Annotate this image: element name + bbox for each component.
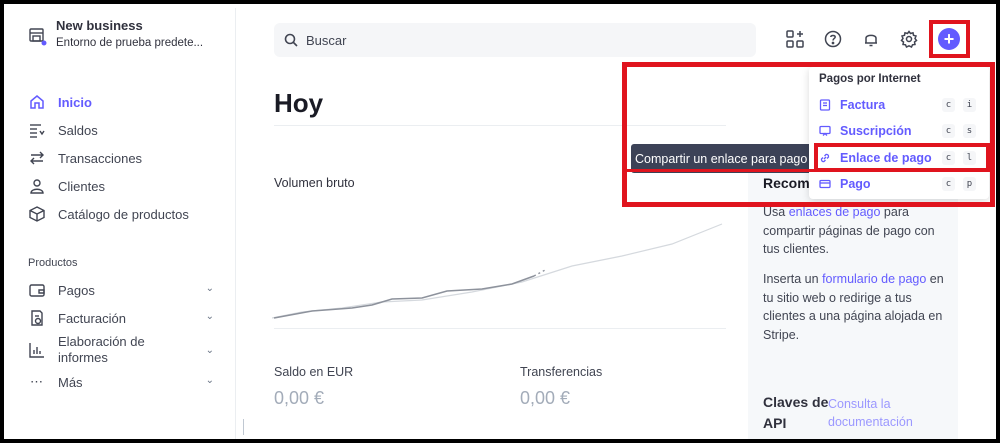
nav-item-facturacion[interactable]: Facturación ⌄: [28, 304, 218, 332]
bell-icon[interactable]: [860, 28, 882, 50]
nav-label: Elaboración de informes: [58, 334, 145, 365]
balance-eur-value: 0,00 €: [274, 388, 325, 408]
account-switcher[interactable]: New business Entorno de prueba predete..…: [28, 18, 203, 49]
nav-label: Transacciones: [58, 150, 143, 166]
nav-item-catalogo[interactable]: Catálogo de productos: [28, 200, 218, 228]
nav-item-informes[interactable]: Elaboración de informes ⌄: [28, 332, 218, 368]
products-nav: Pagos ⌄ Facturación ⌄ Elaboración de inf…: [28, 276, 218, 396]
balance-eur-label: Saldo en EUR: [274, 365, 354, 379]
search-bar[interactable]: [274, 23, 756, 57]
nav-item-clientes[interactable]: Clientes: [28, 172, 218, 200]
help-icon[interactable]: [822, 28, 844, 50]
divider: [274, 328, 726, 329]
gross-volume-chart: [272, 223, 723, 319]
payouts-value: 0,00 €: [520, 388, 571, 408]
nav-item-inicio[interactable]: Inicio: [28, 88, 218, 116]
highlight-menu-area: [622, 62, 995, 207]
page-title: Hoy: [274, 88, 324, 118]
nav-label: Catálogo de productos: [58, 206, 189, 222]
chevron-down-icon: ⌄: [205, 283, 214, 294]
highlight-create-button: [929, 20, 970, 58]
paragraph-text: Usa: [763, 205, 789, 219]
business-name: New business: [56, 18, 143, 33]
payments-icon: [28, 281, 46, 299]
nav-label: Clientes: [58, 178, 105, 194]
product-catalog-icon: [28, 205, 46, 223]
balances-icon: [28, 121, 46, 139]
recommendation-paragraph: Usa enlaces de pago para compartir págin…: [763, 203, 948, 259]
highlight-payment-link-item: [814, 143, 990, 172]
customers-icon: [28, 177, 46, 195]
main-nav: Inicio Saldos Transacciones Clientes Cat…: [28, 88, 218, 228]
top-toolbar: [784, 28, 936, 50]
chevron-down-icon: ⌄: [205, 311, 214, 322]
products-section-label: Productos: [28, 257, 78, 269]
paragraph-text: Inserta un: [763, 272, 823, 286]
environment-label: Entorno de prueba predete...: [56, 37, 204, 49]
gear-icon[interactable]: [898, 28, 920, 50]
transactions-icon: [28, 149, 46, 167]
store-icon: [29, 28, 47, 46]
home-icon: [28, 93, 46, 111]
payment-links-link[interactable]: enlaces de pago: [789, 205, 881, 219]
search-input[interactable]: [306, 32, 706, 48]
chevron-down-icon: ⌄: [205, 375, 214, 386]
more-icon: ⋯: [30, 374, 44, 389]
reports-icon: [28, 341, 46, 359]
chart-line-previous: [272, 223, 723, 319]
apps-add-icon[interactable]: [784, 28, 806, 50]
gross-volume-label: Volumen bruto: [274, 176, 355, 190]
nav-label: Saldos: [58, 122, 98, 138]
nav-item-mas[interactable]: ⋯ Más ⌄: [28, 368, 218, 396]
window-frame: New business Entorno de prueba predete..…: [0, 0, 1000, 443]
nav-label: Facturación: [58, 310, 126, 326]
nav-label: Inicio: [58, 94, 92, 110]
nav-label: Pagos: [58, 282, 95, 298]
chart-line-current: [273, 275, 535, 319]
recommendation-paragraph: Inserta un formulario de pago en tu siti…: [763, 270, 948, 344]
api-keys-heading: Claves de API: [763, 394, 829, 431]
chevron-down-icon: ⌄: [205, 345, 214, 356]
payouts-label: Transferencias: [520, 365, 603, 379]
docs-link[interactable]: Consulta la documentación: [828, 395, 928, 431]
payment-form-link[interactable]: formulario de pago: [822, 272, 926, 286]
highlight-underline: [627, 169, 990, 172]
nav-label: Más: [58, 374, 83, 390]
search-icon: [284, 33, 298, 47]
billing-icon: [28, 309, 46, 327]
nav-item-pagos[interactable]: Pagos ⌄: [28, 276, 218, 304]
scroll-indicator: [243, 419, 244, 435]
nav-item-transacciones[interactable]: Transacciones: [28, 144, 218, 172]
nav-item-saldos[interactable]: Saldos: [28, 116, 218, 144]
